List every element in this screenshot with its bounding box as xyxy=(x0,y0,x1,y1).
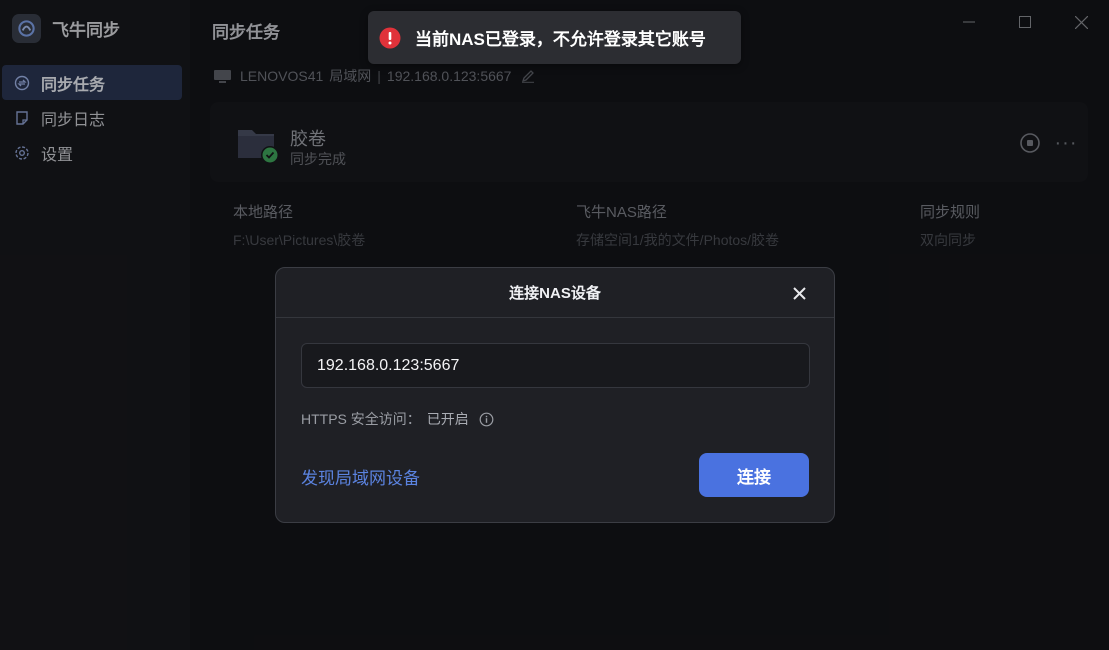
connect-nas-dialog: 连接NAS设备 HTTPS 安全访问： 已开启 发现局域网设备 连接 xyxy=(275,267,835,523)
dialog-close-button[interactable] xyxy=(788,282,810,304)
nas-address-input[interactable] xyxy=(301,343,810,388)
error-icon xyxy=(379,27,401,49)
close-icon xyxy=(792,286,806,300)
https-label: HTTPS 安全访问： xyxy=(301,411,421,427)
dialog-header: 连接NAS设备 xyxy=(276,268,834,318)
dialog-title: 连接NAS设备 xyxy=(509,285,601,302)
discover-lan-devices-link[interactable]: 发现局域网设备 xyxy=(301,464,420,489)
toast-message: 当前NAS已登录，不允许登录其它账号 xyxy=(415,30,706,49)
info-icon[interactable] xyxy=(479,412,494,427)
https-status: 已开启 xyxy=(426,411,469,427)
error-toast: 当前NAS已登录，不允许登录其它账号 xyxy=(368,11,741,64)
https-status-row: HTTPS 安全访问： 已开启 xyxy=(301,409,494,429)
connect-button[interactable]: 连接 xyxy=(699,453,809,497)
